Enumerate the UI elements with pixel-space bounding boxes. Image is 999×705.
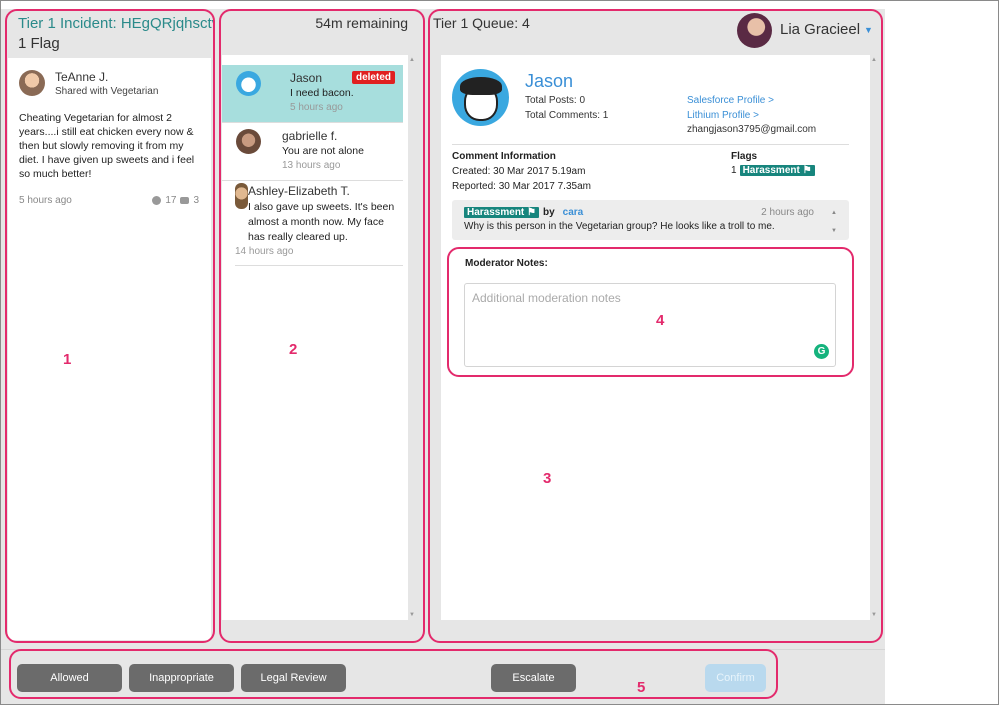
legal-review-button[interactable]: Legal Review (241, 664, 346, 692)
flag-by-label: by (543, 207, 555, 218)
flag-scroll-arrows[interactable]: ▲ ▼ (831, 204, 837, 240)
lithium-profile-link[interactable]: Lithium Profile > (687, 110, 759, 121)
user-avatar[interactable] (737, 13, 772, 48)
comment-author: gabrielle f. (282, 129, 338, 143)
incident-title: Tier 1 Incident: HEgQRjqhsctv (18, 15, 213, 32)
post-body: Cheating Vegetarian for almost 2 years..… (19, 112, 195, 180)
flag-type-tag: Harassment ⚑ (464, 207, 539, 218)
total-comments: Total Comments: 1 (525, 110, 609, 121)
moderator-notes-label: Moderator Notes: (465, 258, 548, 269)
deleted-badge: deleted (351, 71, 395, 84)
comment-text: You are not alone (282, 145, 364, 157)
comment-author: Jason (290, 71, 323, 85)
callout-1: 1 (63, 351, 72, 368)
flags-summary: 1 Harassment ⚑ (731, 165, 815, 176)
flag-count: 1 Flag (18, 35, 60, 52)
flag-message: Why is this person in the Vegetarian gro… (464, 221, 775, 232)
profile-email: zhangjason3795@gmail.com (687, 124, 817, 135)
escalate-button[interactable]: Escalate (491, 664, 576, 692)
salesforce-profile-link[interactable]: Salesforce Profile > (687, 95, 774, 106)
comment-item[interactable]: gabrielle f. You are not alone 13 hours … (222, 123, 403, 181)
flag-reporter[interactable]: cara (563, 207, 584, 218)
comment-text: I also gave up sweets. It's been almost … (248, 201, 395, 243)
detail-scrollbar[interactable]: ▲ ▼ (870, 55, 878, 620)
post-shared-with: Shared with Vegetarian (55, 86, 159, 97)
comment-time: 13 hours ago (282, 160, 341, 171)
comment-info-heading: Comment Information (452, 151, 556, 162)
confirm-button[interactable]: Confirm (705, 664, 766, 692)
flags-heading: Flags (731, 151, 758, 162)
smile-icon (152, 196, 162, 205)
divider (452, 144, 849, 145)
user-name[interactable]: Lia Gracieel (780, 21, 860, 38)
comment-avatar (235, 183, 248, 209)
comment-count: 3 (193, 195, 199, 206)
post-panel: TeAnne J. Shared with Vegetarian Cheatin… (8, 58, 211, 640)
inappropriate-button[interactable]: Inappropriate (129, 664, 234, 692)
comment-item[interactable]: Jason deleted I need bacon. 5 hours ago (222, 65, 403, 123)
profile-name[interactable]: Jason (525, 71, 573, 92)
callout-5: 5 (637, 679, 646, 696)
hair-shape (460, 77, 502, 95)
callout-4: 4 (656, 312, 665, 329)
like-count: 17 (165, 195, 177, 206)
queue-label: Tier 1 Queue: 4 (433, 15, 530, 31)
callout-2: 2 (289, 341, 298, 358)
flag-entry-header: Harassment ⚑ by cara (464, 207, 583, 218)
moderator-notes-input[interactable] (464, 283, 836, 367)
comment-author: Ashley-Elizabeth T. (248, 184, 350, 198)
flags-count: 1 (731, 165, 737, 176)
comments-scrollbar[interactable]: ▲ ▼ (408, 55, 416, 620)
post-author[interactable]: TeAnne J. (55, 70, 108, 84)
allowed-button[interactable]: Allowed (17, 664, 122, 692)
time-remaining: 54m remaining (315, 15, 408, 31)
flag-time: 2 hours ago (761, 207, 814, 218)
comment-icon (180, 197, 190, 204)
callout-3: 3 (543, 470, 552, 487)
comment-avatar (236, 71, 261, 96)
comments-panel[interactable]: Jason deleted I need bacon. 5 hours ago … (222, 55, 416, 620)
profile-avatar (452, 69, 509, 126)
post-stats: 17 3 (152, 195, 199, 206)
comment-time: 5 hours ago (290, 102, 343, 113)
comment-avatar (236, 129, 261, 154)
grammarly-icon[interactable]: G (814, 344, 829, 359)
post-author-avatar (19, 70, 45, 96)
caret-down-icon[interactable]: ▼ (864, 25, 873, 35)
created-date: Created: 30 Mar 2017 5.19am (452, 166, 586, 177)
reported-date: Reported: 30 Mar 2017 7.35am (452, 181, 591, 192)
flag-entry: Harassment ⚑ by cara 2 hours ago Why is … (452, 200, 849, 240)
comment-text: I need bacon. (290, 87, 354, 99)
comment-time: 14 hours ago (235, 246, 294, 257)
harassment-tag: Harassment ⚑ (739, 165, 815, 176)
comment-item[interactable]: Ashley-Elizabeth T. I also gave up sweet… (235, 181, 403, 266)
total-posts: Total Posts: 0 (525, 95, 586, 106)
post-time: 5 hours ago (19, 195, 72, 206)
detail-panel: Jason Total Posts: 0 Total Comments: 1 S… (441, 55, 878, 620)
